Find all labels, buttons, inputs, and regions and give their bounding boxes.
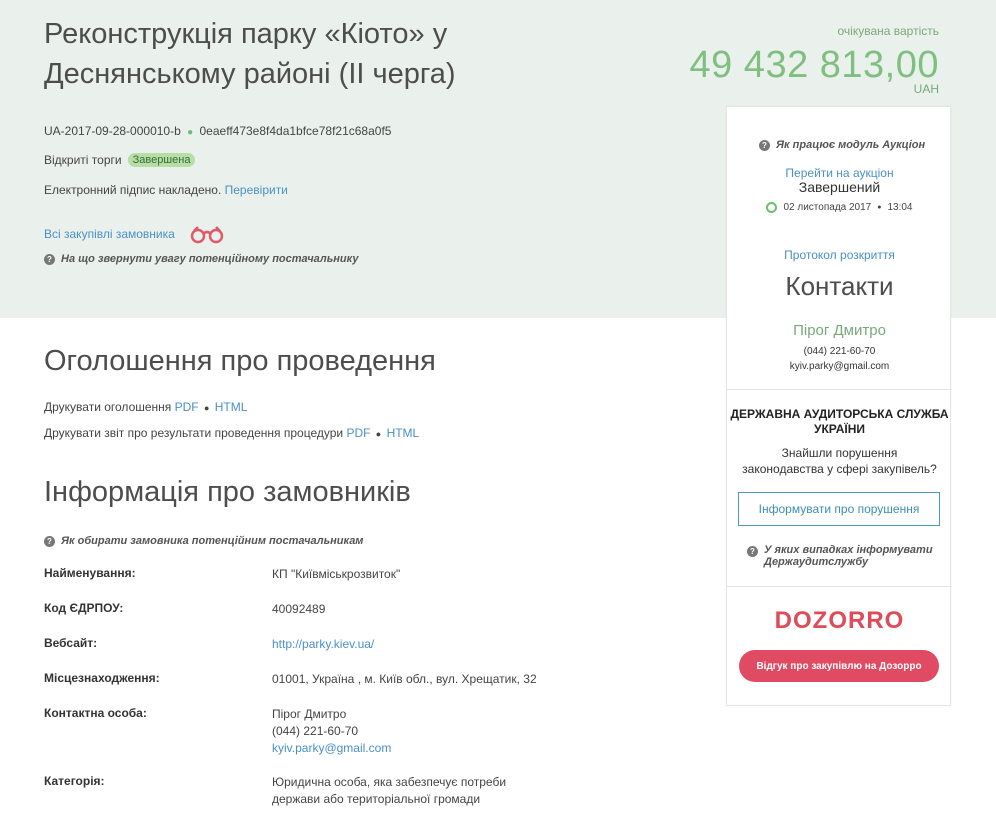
- currency-label: UAH: [913, 82, 939, 96]
- supplier-attention-hint[interactable]: ? На що звернути увагу потенційному пост…: [44, 253, 358, 265]
- choose-customer-text: Як обирати замовника потенційним постача…: [61, 535, 364, 547]
- row-key: Категорія:: [44, 774, 105, 788]
- choose-customer-hint[interactable]: ? Як обирати замовника потенційним поста…: [44, 535, 363, 547]
- table-row: Контактна особа: Пірог Дмитро (044) 221-…: [44, 706, 684, 774]
- protocol-link-wrap: Протокол розкриття: [727, 246, 952, 264]
- all-purchases-row: Всі закупівлі замовника: [44, 224, 225, 244]
- contact-person-name: Пірог Дмитро: [272, 707, 347, 721]
- question-icon: ?: [747, 546, 758, 557]
- print-announcement-html-link[interactable]: HTML: [215, 400, 248, 414]
- tender-hash: 0eaeff473e8f4da1bfce78f21c68a0f5: [199, 124, 392, 138]
- table-row: Вебсайт: http://parky.kiev.ua/: [44, 636, 684, 671]
- separator-dot: ●: [203, 403, 210, 413]
- tender-sidebar: ? Як працює модуль Аукціон Перейти на ау…: [726, 106, 952, 706]
- expected-cost-value: 49 432 813,00: [689, 44, 939, 86]
- clock-icon: [766, 202, 778, 213]
- auction-module-text: Як працює модуль Аукціон: [776, 139, 926, 151]
- row-key: Вебсайт:: [44, 636, 98, 650]
- separator-dot: ●: [187, 127, 194, 138]
- table-row: Найменування: КП "Київміськрозвиток": [44, 566, 684, 601]
- customer-info-heading: Інформація про замовників: [44, 476, 411, 508]
- audit-cases-hint[interactable]: ? У яких випадках інформувати Держаудитс…: [747, 544, 933, 568]
- row-key: Місцезнаходження:: [44, 671, 160, 685]
- table-row: Місцезнаходження: 01001, Україна , м. Ки…: [44, 671, 684, 706]
- divider: [727, 586, 952, 587]
- dozorro-feedback-button[interactable]: Відгук про закупівлю на Дозорро: [739, 650, 939, 682]
- supplier-attention-text: На що звернути увагу потенційному постач…: [61, 253, 359, 265]
- table-row: Код ЄДРПОУ: 40092489: [44, 601, 684, 636]
- print-announcement-pdf-link[interactable]: PDF: [175, 400, 199, 414]
- contact-email: kyiv.parky@gmail.com: [789, 361, 890, 372]
- website-cell: http://parky.kiev.ua/: [272, 636, 684, 671]
- contacts-heading: Контакти: [785, 271, 894, 301]
- auction-date: 02 листопада 2017: [783, 202, 872, 213]
- contact-name: Пірог Дмитро: [793, 322, 886, 339]
- separator-dot: ●: [375, 429, 382, 439]
- audit-question: Знайшли порушення законодавства у сфері …: [727, 445, 952, 477]
- contact-phone: (044) 221-60-70: [803, 346, 876, 357]
- tender-ids: UA-2017-09-28-000010-b ● 0eaeff473e8f4da…: [44, 124, 391, 138]
- procedure-type: Відкриті торги: [44, 153, 122, 167]
- dozorro-logo: DOZORRO: [774, 607, 905, 634]
- contact-person-cell: Пірог Дмитро (044) 221-60-70 kyiv.parky@…: [272, 706, 684, 774]
- print-report-html-link[interactable]: HTML: [387, 426, 420, 440]
- opening-protocol-link[interactable]: Протокол розкриття: [784, 248, 895, 262]
- tender-id: UA-2017-09-28-000010-b: [44, 124, 181, 138]
- website-link[interactable]: http://parky.kiev.ua/: [272, 637, 374, 651]
- audit-question-line: законодавства у сфері закупівель?: [742, 462, 937, 476]
- print-announcement-label: Друкувати оголошення: [44, 400, 172, 414]
- address-value: 01001, Україна , м. Київ обл., вул. Хрещ…: [272, 672, 537, 686]
- print-report-pdf-link[interactable]: PDF: [346, 426, 370, 440]
- contact-person-email-link[interactable]: kyiv.parky@gmail.com: [272, 741, 391, 755]
- audit-service-title: ДЕРЖАВНА АУДИТОРСЬКА СЛУЖБА УКРАЇНИ: [727, 407, 952, 437]
- auction-datetime-wrap: 02 листопада 2017 ● 13:04: [727, 202, 952, 213]
- divider: [727, 389, 952, 390]
- signature-text: Електронний підпис накладено.: [44, 183, 222, 197]
- edrpou-value: 40092489: [272, 602, 326, 616]
- procedure-row: Відкриті торги Завершена: [44, 153, 196, 167]
- table-row: Категорія: Юридична особа, яка забезпечу…: [44, 774, 684, 814]
- binoculars-icon[interactable]: [189, 224, 225, 244]
- row-key: Найменування:: [44, 566, 136, 580]
- auction-datetime: 02 листопада 2017 ● 13:04: [727, 202, 952, 213]
- question-icon: ?: [44, 535, 55, 547]
- expected-cost-label: очікувана вартість: [837, 24, 940, 38]
- auction-time: 13:04: [887, 202, 913, 213]
- category-line: Юридична особа, яка забезпечує потреби: [272, 775, 507, 789]
- category-cell: Юридична особа, яка забезпечує потреби д…: [272, 774, 684, 814]
- question-icon: ?: [759, 139, 770, 151]
- contact-person-phone: (044) 221-60-70: [272, 724, 359, 738]
- audit-question-line: Знайшли порушення: [781, 446, 898, 460]
- report-violation-button[interactable]: Інформувати про порушення: [738, 492, 940, 526]
- audit-title-line: УКРАЇНИ: [813, 422, 865, 436]
- verify-signature-link[interactable]: Перевірити: [225, 183, 288, 197]
- announcement-heading: Оголошення про проведення: [44, 345, 436, 377]
- signature-row: Електронний підпис накладено. Перевірити: [44, 183, 288, 197]
- print-report-row: Друкувати звіт про результати проведення…: [44, 426, 419, 440]
- tender-title: Реконструкція парку «Кіото» у Деснянсько…: [44, 18, 456, 90]
- status-badge: Завершена: [127, 153, 196, 167]
- print-report-label: Друкувати звіт про результати проведення…: [44, 426, 344, 440]
- row-key: Код ЄДРПОУ:: [44, 601, 124, 615]
- row-key: Контактна особа:: [44, 706, 147, 720]
- customer-info-table: Найменування: КП "Київміськрозвиток" Код…: [44, 566, 684, 814]
- go-to-auction-link[interactable]: Перейти на аукціон: [785, 166, 893, 180]
- auction-module-hint[interactable]: ? Як працює модуль Аукціон: [759, 139, 925, 151]
- auction-status: Завершений: [798, 179, 881, 195]
- audit-cases-line: У яких випадках інформувати: [764, 544, 933, 556]
- audit-cases-line: Держаудитслужбу: [764, 556, 869, 568]
- print-announcement-row: Друкувати оголошення PDF ● HTML: [44, 400, 247, 414]
- customer-name-value: КП "Київміськрозвиток": [272, 567, 401, 581]
- audit-title-line: ДЕРЖАВНА АУДИТОРСЬКА СЛУЖБА: [730, 407, 949, 421]
- all-customer-purchases-link[interactable]: Всі закупівлі замовника: [44, 227, 175, 241]
- question-icon: ?: [44, 253, 55, 265]
- category-line: держави або територіальної громади: [272, 792, 481, 806]
- separator-dot: ●: [877, 204, 882, 211]
- audit-cases-text: У яких випадках інформувати Держаудитслу…: [764, 544, 933, 568]
